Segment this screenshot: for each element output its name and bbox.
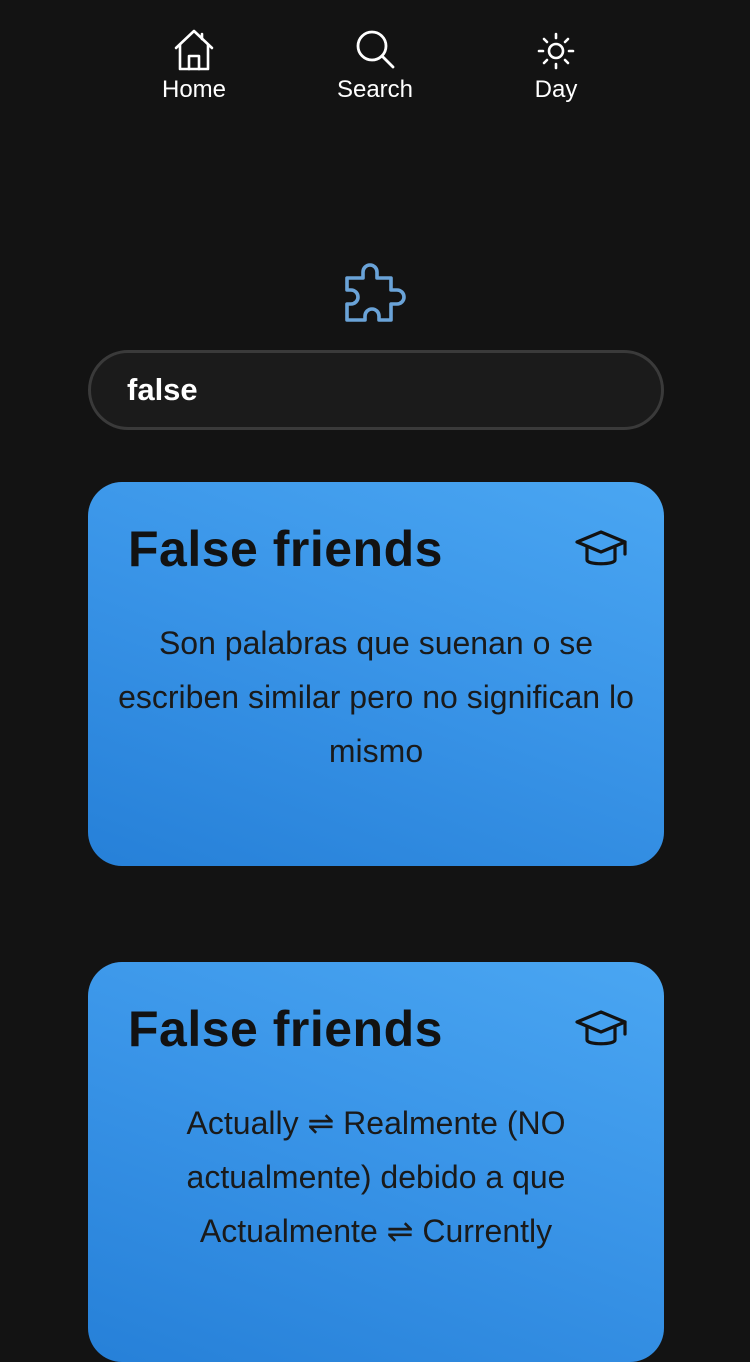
nav-search-label: Search: [336, 76, 414, 103]
nav-home-label: Home: [161, 76, 227, 103]
puzzle-icon: [345, 263, 406, 322]
card-description: Actually ⇌ Realmente (NO actualmente) de…: [186, 1105, 566, 1249]
nav-search-button[interactable]: Search: [315, 26, 435, 112]
home-icon: [174, 29, 214, 71]
search-icon: [356, 30, 395, 69]
card-false-friends-definition[interactable]: False friends Son palabras que suenan o …: [88, 482, 664, 866]
sun-icon: [537, 32, 575, 70]
graduation-cap-icon[interactable]: [574, 522, 628, 576]
card-title: False friends: [128, 521, 443, 577]
nav-day-button[interactable]: Day: [496, 26, 616, 112]
card-description: Son palabras que suenan o se escriben si…: [118, 625, 634, 769]
card-title: False friends: [128, 1001, 443, 1057]
top-nav: Home Search Day: [0, 0, 750, 130]
graduation-cap-icon[interactable]: [574, 1002, 628, 1056]
nav-day-label: Day: [534, 76, 578, 103]
card-false-friends-example[interactable]: False friends Actually ⇌ Realmente (NO a…: [88, 962, 664, 1362]
search-field[interactable]: [88, 350, 664, 430]
nav-home-button[interactable]: Home: [134, 26, 254, 112]
search-input[interactable]: [127, 353, 627, 427]
